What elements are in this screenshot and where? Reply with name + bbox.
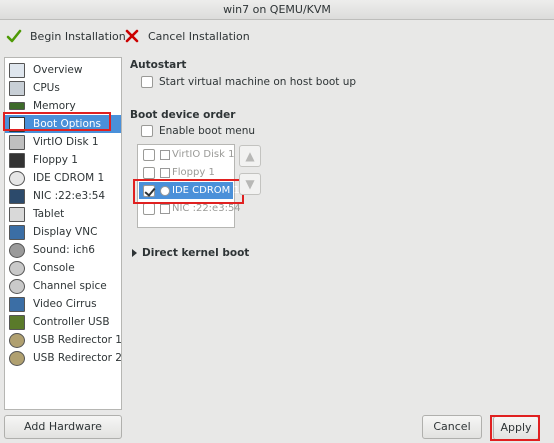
sidebar-item-label: Display VNC	[33, 226, 98, 238]
boot-device-checkbox[interactable]	[143, 184, 155, 197]
cancel-x-icon	[125, 29, 139, 43]
boot-device-list: VirtIO Disk 1 Floppy 1 IDE CDROM 1 NIC :…	[137, 144, 241, 228]
sidebar-item-overview[interactable]: Overview	[5, 61, 121, 79]
nic-icon	[160, 203, 170, 214]
sidebar-item-floppy[interactable]: Floppy 1	[5, 151, 121, 169]
sidebar-item-label: Channel spice	[33, 280, 107, 292]
cancel-installation-label: Cancel Installation	[148, 29, 250, 43]
boot-device-ide-cdrom[interactable]: IDE CDROM 1	[139, 182, 240, 199]
boot-device-virtio-disk[interactable]: VirtIO Disk 1	[139, 146, 235, 163]
disk-icon	[160, 149, 170, 160]
expander-arrow-icon	[132, 249, 137, 257]
channel-icon	[9, 278, 25, 294]
autostart-label: Start virtual machine on host boot up	[159, 76, 357, 88]
direct-kernel-boot-expander[interactable]: Direct kernel boot	[132, 247, 249, 259]
boot-device-nic[interactable]: NIC :22:e3:54	[139, 200, 241, 217]
cancel-installation-button[interactable]: Cancel Installation	[124, 27, 250, 45]
sidebar-item-video-cirrus[interactable]: Video Cirrus	[5, 295, 121, 313]
boot-options-pane: Autostart Start virtual machine on host …	[128, 57, 548, 407]
hardware-list: Overview CPUs Memory Boot Options VirtIO…	[4, 57, 122, 410]
sidebar-item-label: USB Redirector 2	[33, 352, 122, 364]
boot-device-checkbox[interactable]	[143, 166, 155, 179]
cancel-button[interactable]: Cancel	[422, 415, 482, 439]
controller-icon	[9, 314, 25, 330]
overview-icon	[9, 62, 25, 78]
memory-icon	[9, 102, 25, 110]
console-icon	[9, 260, 25, 276]
boot-device-label: Floppy 1	[172, 167, 215, 178]
sidebar-item-boot-options[interactable]: Boot Options	[5, 115, 121, 133]
sidebar-item-label: USB Redirector 1	[33, 334, 122, 346]
sidebar-item-channel-spice[interactable]: Channel spice	[5, 277, 121, 295]
sidebar-item-label: IDE CDROM 1	[33, 172, 105, 184]
arrow-down-icon: ▼	[245, 177, 255, 191]
sidebar-item-virtio-disk[interactable]: VirtIO Disk 1	[5, 133, 121, 151]
direct-kernel-boot-label: Direct kernel boot	[142, 247, 250, 259]
sidebar-item-memory[interactable]: Memory	[5, 97, 121, 115]
sidebar-item-usb-redirector-1[interactable]: USB Redirector 1	[5, 331, 122, 349]
add-hardware-button[interactable]: Add Hardware	[4, 415, 122, 439]
sidebar-item-label: Floppy 1	[33, 154, 78, 166]
begin-installation-label: Begin Installation	[30, 29, 126, 43]
usb-icon	[9, 332, 25, 348]
apply-button[interactable]: Apply	[493, 416, 539, 440]
enable-boot-menu-label: Enable boot menu	[159, 125, 256, 137]
cdrom-icon	[160, 185, 170, 196]
usb-icon	[9, 350, 25, 366]
boot-options-icon	[9, 116, 25, 132]
arrow-up-icon: ▲	[245, 149, 255, 163]
begin-installation-button[interactable]: Begin Installation	[6, 27, 126, 45]
sidebar-item-display-vnc[interactable]: Display VNC	[5, 223, 121, 241]
sidebar-item-cpus[interactable]: CPUs	[5, 79, 121, 97]
cpu-icon	[9, 80, 25, 96]
boot-order-heading: Boot device order	[130, 109, 236, 121]
sidebar-item-label: VirtIO Disk 1	[33, 136, 99, 148]
display-icon	[9, 224, 25, 240]
enable-boot-menu-row[interactable]: Enable boot menu	[141, 125, 255, 137]
toolbar: Begin Installation Cancel Installation	[0, 21, 554, 51]
sidebar-item-label: Memory	[33, 100, 76, 112]
sidebar-item-nic[interactable]: NIC :22:e3:54	[5, 187, 121, 205]
sidebar-item-controller-usb[interactable]: Controller USB	[5, 313, 121, 331]
nic-icon	[9, 188, 25, 204]
sidebar-item-label: Controller USB	[33, 316, 110, 328]
window-title: win7 on QEMU/KVM	[0, 0, 554, 20]
sidebar-item-label: Boot Options	[33, 118, 102, 130]
sound-icon	[9, 242, 25, 258]
disk-icon	[9, 134, 25, 150]
sidebar-item-label: Overview	[33, 64, 83, 76]
move-down-button[interactable]: ▼	[239, 173, 261, 195]
sidebar-item-label: Sound: ich6	[33, 244, 95, 256]
sidebar-item-usb-redirector-2[interactable]: USB Redirector 2	[5, 349, 122, 367]
floppy-icon	[160, 167, 170, 178]
sidebar-item-label: Tablet	[33, 208, 65, 220]
enable-boot-menu-checkbox[interactable]	[141, 125, 153, 137]
checkmark-icon	[6, 29, 22, 43]
cdrom-icon	[9, 170, 25, 186]
video-icon	[9, 296, 25, 312]
sidebar-item-sound[interactable]: Sound: ich6	[5, 241, 121, 259]
boot-device-label: NIC :22:e3:54	[172, 203, 241, 214]
boot-device-floppy[interactable]: Floppy 1	[139, 164, 233, 181]
sidebar-item-tablet[interactable]: Tablet	[5, 205, 121, 223]
boot-device-checkbox[interactable]	[143, 148, 155, 161]
autostart-heading: Autostart	[130, 59, 187, 71]
move-up-button[interactable]: ▲	[239, 145, 261, 167]
floppy-icon	[9, 152, 25, 168]
sidebar-item-label: CPUs	[33, 82, 60, 94]
sidebar-item-label: Video Cirrus	[33, 298, 97, 310]
boot-device-label: VirtIO Disk 1	[172, 149, 235, 160]
autostart-checkbox[interactable]	[141, 76, 153, 88]
sidebar-item-label: Console	[33, 262, 75, 274]
sidebar-item-label: NIC :22:e3:54	[33, 190, 106, 202]
autostart-row[interactable]: Start virtual machine on host boot up	[141, 76, 356, 88]
boot-device-label: IDE CDROM 1	[172, 185, 240, 196]
boot-device-checkbox[interactable]	[143, 202, 155, 215]
tablet-icon	[9, 206, 25, 222]
sidebar-item-ide-cdrom[interactable]: IDE CDROM 1	[5, 169, 121, 187]
sidebar-item-console[interactable]: Console	[5, 259, 121, 277]
